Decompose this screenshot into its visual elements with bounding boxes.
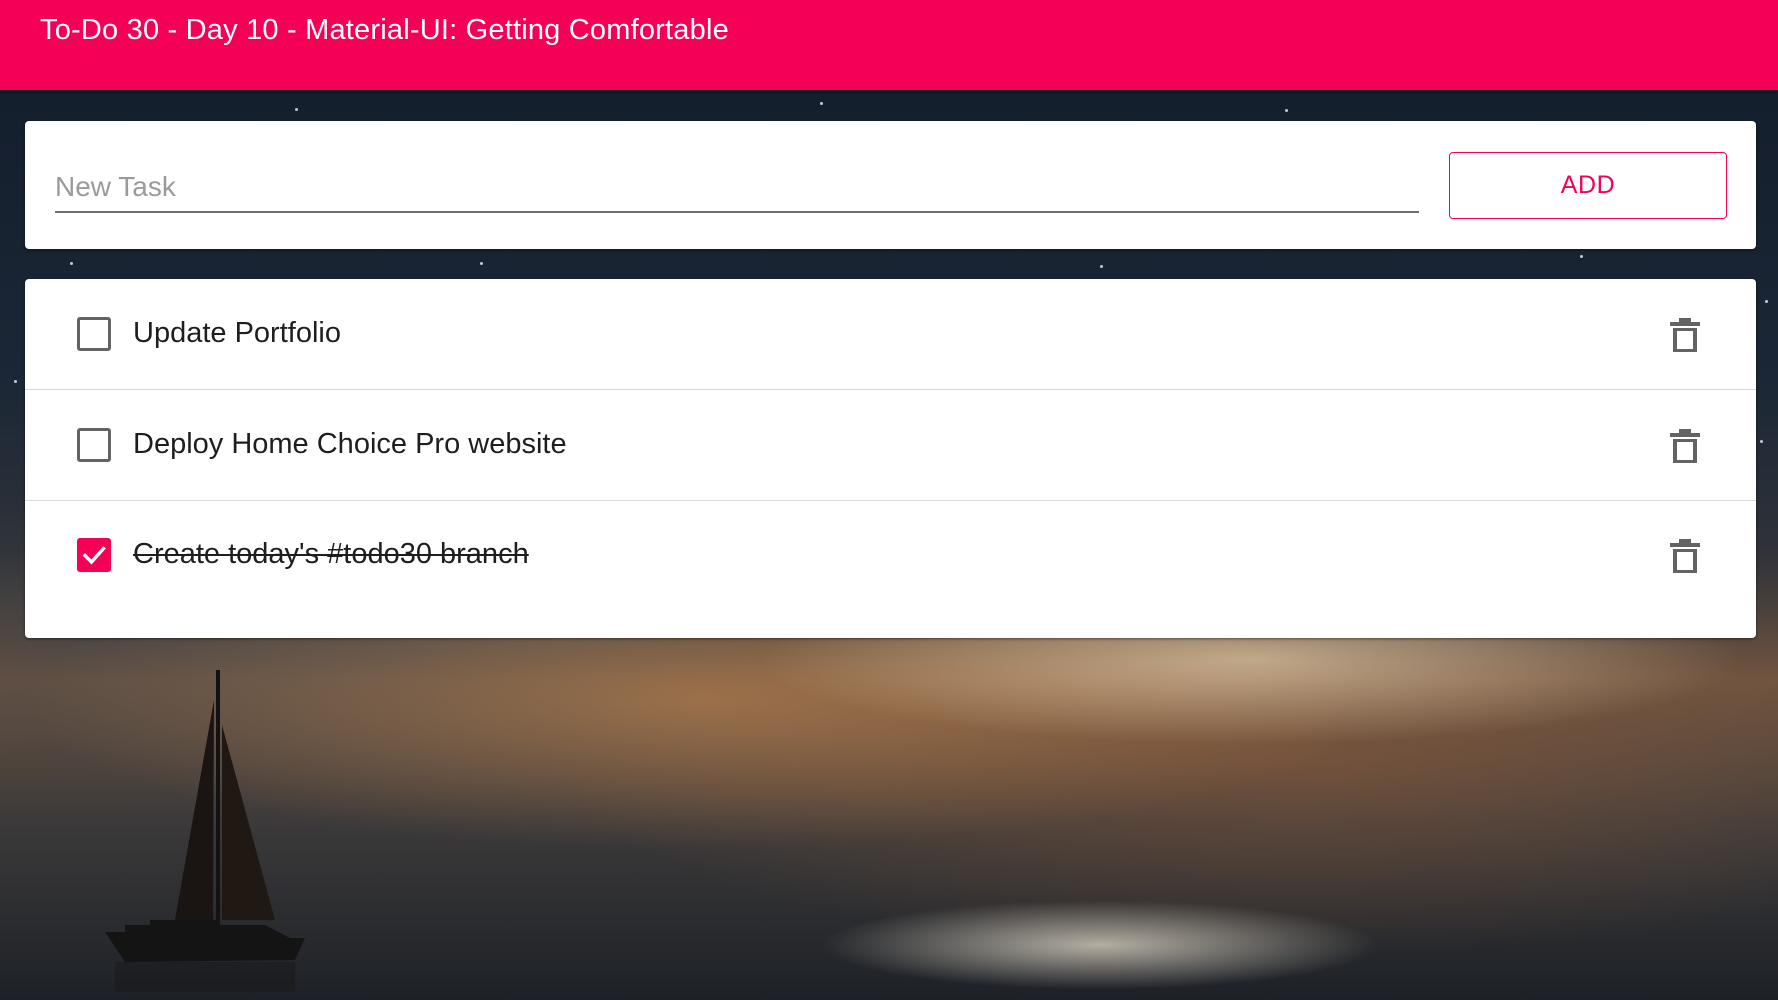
star [1285,109,1288,112]
water-reflection [820,900,1380,990]
star [480,262,483,265]
checkbox-unchecked-icon[interactable] [77,317,111,351]
list-item: Create today's #todo30 branch [25,500,1756,610]
app-bar: To-Do 30 - Day 10 - Material-UI: Getting… [0,0,1778,90]
task-label: Create today's #todo30 branch [133,538,529,570]
trash-icon[interactable] [1667,537,1703,575]
star [295,108,298,111]
app-title: To-Do 30 - Day 10 - Material-UI: Getting… [40,14,729,46]
checkbox-checked-icon[interactable] [77,538,111,572]
star [14,380,17,383]
star [70,262,73,265]
star [1580,255,1583,258]
star [1760,440,1763,443]
task-label: Update Portfolio [133,317,341,349]
task-label: Deploy Home Choice Pro website [133,428,567,460]
star [820,102,823,105]
add-button[interactable]: ADD [1449,152,1727,219]
page: To-Do 30 - Day 10 - Material-UI: Getting… [0,0,1778,1000]
task-list: Update Portfolio Deploy Home Choice Pro … [25,279,1756,638]
star [1100,265,1103,268]
trash-icon[interactable] [1667,316,1703,354]
new-task-card: ADD [25,121,1756,249]
new-task-input[interactable] [55,163,1419,213]
star [1765,300,1768,303]
checkbox-unchecked-icon[interactable] [77,428,111,462]
sailboat-silhouette [105,670,305,992]
list-item: Deploy Home Choice Pro website [25,390,1756,501]
list-item: Update Portfolio [25,279,1756,390]
checkmark-icon [82,546,106,565]
trash-icon[interactable] [1667,427,1703,465]
